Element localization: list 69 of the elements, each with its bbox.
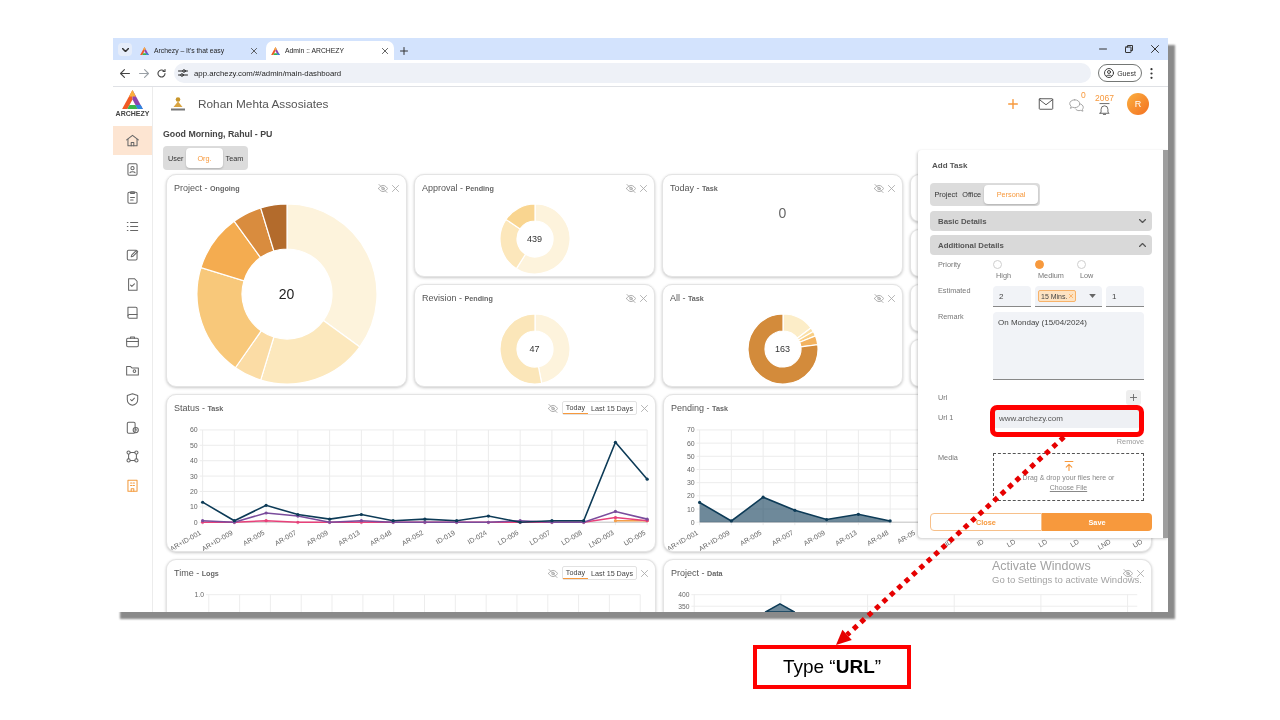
plus-icon xyxy=(1130,394,1137,401)
building-icon xyxy=(126,478,139,492)
panel-title: Add Task xyxy=(931,161,968,171)
clipboard-icon xyxy=(126,191,139,205)
radio-button[interactable] xyxy=(1035,259,1044,269)
company-logo-icon xyxy=(170,96,186,112)
upload-icon xyxy=(1063,461,1074,471)
eye-off-icon[interactable] xyxy=(547,568,558,578)
chevron-down-icon xyxy=(1139,219,1146,223)
briefcase-icon xyxy=(126,335,139,349)
chat-icon[interactable] xyxy=(1069,99,1085,112)
edit-icon xyxy=(126,248,139,262)
input-field[interactable]: 2 xyxy=(993,286,1031,307)
chat-count: 0 xyxy=(1081,91,1086,100)
favicon-icon xyxy=(271,46,280,55)
greeting-text: Good Morning, Rahul - PU xyxy=(163,128,273,141)
tab-list-button[interactable] xyxy=(118,43,132,56)
favicon-icon xyxy=(140,46,149,55)
eye-off-icon[interactable] xyxy=(626,183,636,193)
eye-off-icon[interactable] xyxy=(547,403,558,413)
plus-icon[interactable] xyxy=(1008,99,1019,109)
text-area[interactable]: On Monday (15/04/2024) xyxy=(993,312,1144,380)
shield-icon xyxy=(126,392,139,406)
document-check-icon xyxy=(126,277,139,291)
back-arrow-icon[interactable] xyxy=(120,68,130,78)
donut-total: 20 xyxy=(278,285,295,302)
activation-title: Activate Windows xyxy=(992,559,1091,574)
close-icon[interactable] xyxy=(251,47,257,54)
eye-off-icon[interactable] xyxy=(874,183,884,193)
book-icon xyxy=(126,306,139,320)
scrollbar[interactable] xyxy=(1163,150,1168,538)
close-icon[interactable] xyxy=(382,47,388,54)
eye-off-icon[interactable] xyxy=(1123,568,1133,578)
notification-count: 2067 xyxy=(1095,93,1114,103)
callout-text: Type “URL” xyxy=(782,656,882,678)
chevron-down-icon xyxy=(121,47,129,52)
activation-message: Go to Settings to activate Windows. xyxy=(992,574,1142,585)
kebab-menu-icon[interactable] xyxy=(1150,67,1153,79)
count-value: 0 xyxy=(778,205,787,221)
donut-total: 163 xyxy=(775,343,790,354)
sidebar-item[interactable] xyxy=(113,126,152,155)
new-tab-icon[interactable] xyxy=(400,47,408,55)
network-icon xyxy=(126,450,139,464)
donut-total: 439 xyxy=(527,233,542,244)
forward-arrow-icon[interactable] xyxy=(139,68,149,78)
line-chart-drawing xyxy=(764,603,796,612)
eye-off-icon[interactable] xyxy=(378,183,388,193)
company-name: Rohan Mehta Assosiates xyxy=(198,97,329,111)
logo-icon xyxy=(122,90,143,109)
restore-icon[interactable] xyxy=(1125,45,1133,53)
input-field[interactable]: 1 xyxy=(1106,286,1144,307)
eye-off-icon[interactable] xyxy=(874,293,884,303)
sliders-icon[interactable] xyxy=(178,69,188,77)
donut-total: 47 xyxy=(529,343,540,354)
eye-off-icon[interactable] xyxy=(626,293,636,303)
donut-slice xyxy=(499,313,542,384)
id-card-icon xyxy=(126,162,139,176)
bell-icon[interactable] xyxy=(1097,102,1113,115)
close-icon[interactable] xyxy=(1151,45,1159,53)
add-url-button[interactable] xyxy=(1126,390,1141,405)
reload-icon[interactable] xyxy=(157,68,166,78)
caret-down-icon xyxy=(1089,294,1096,298)
folder-icon xyxy=(126,363,139,377)
chevron-up-icon xyxy=(1139,243,1146,247)
clipboard-clock-icon xyxy=(126,421,139,435)
home-icon xyxy=(126,133,139,147)
person-icon xyxy=(1104,68,1115,78)
mail-icon[interactable] xyxy=(1038,98,1055,110)
list-icon xyxy=(126,220,139,234)
